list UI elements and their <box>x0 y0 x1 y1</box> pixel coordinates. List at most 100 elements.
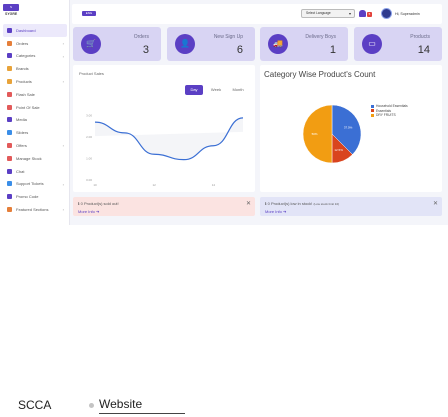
nav-icon <box>7 130 12 136</box>
nav-icon <box>7 27 12 33</box>
pie-slice-label: 12.5% <box>334 148 343 152</box>
sidebar-item-chat[interactable]: Chat <box>3 165 67 178</box>
sold-out-link-label: More Info <box>78 209 95 214</box>
legend-item[interactable]: DRY FRUITS <box>371 113 408 118</box>
language-select[interactable]: Select Language ▾ <box>301 9 355 18</box>
chevron-down-icon: ▾ <box>348 11 351 16</box>
user-add-icon: 👤 <box>175 34 195 54</box>
sidebar-item-products[interactable]: Products › <box>3 75 67 88</box>
product-sales-panel: Product Sales Day Week Month 3.00 2.00 1.00 0… <box>73 65 255 192</box>
low-stock-note: (Low stock limit 10) <box>313 202 340 206</box>
close-icon[interactable]: ✕ <box>433 200 438 207</box>
sidebar-item-media[interactable]: Media <box>3 114 67 127</box>
chevron-right-icon: › <box>62 53 64 59</box>
sidebar-item-point-of-sale[interactable]: Point Of Sale <box>3 101 67 114</box>
y-tick-label: 1.00 <box>86 157 92 161</box>
pie-legend: Household Essentials Essentials DRY FRUITS <box>371 104 408 118</box>
low-stock-message: 0 Product(s) low in stock! <box>267 201 313 206</box>
delivery-icon: 🚚 <box>268 34 288 54</box>
stat-card-label: Orders <box>133 34 149 40</box>
stat-card-value: 1 <box>329 44 336 56</box>
website-link[interactable]: Website <box>99 397 185 414</box>
y-tick-label: 0.00 <box>86 178 92 182</box>
nav-icon <box>7 40 12 46</box>
y-tick-label: 2.00 <box>86 135 92 139</box>
nav-icon <box>7 79 12 85</box>
x-tick-label: 14 <box>212 183 216 187</box>
chevron-right-icon: › <box>62 207 64 213</box>
sidebar-item-label: Chat <box>16 168 25 174</box>
legend-label: Essentials <box>376 108 392 113</box>
stat-card-value: 3 <box>142 44 149 56</box>
legend-swatch <box>371 109 374 113</box>
sidebar-item-label: Brands <box>16 66 29 72</box>
sidebar-item-label: Orders <box>16 40 29 46</box>
category-panel: Category Wise Product's Count 37.5% 12.5%… <box>260 65 442 192</box>
nav-icon <box>7 143 12 149</box>
sidebar: S SYGRE Dashboard Orders › Categories › Brand… <box>0 0 70 225</box>
chevron-right-icon: › <box>62 40 64 46</box>
sidebar-item-promo-code[interactable]: Promo Code <box>3 190 67 203</box>
nav-icon <box>7 104 12 110</box>
legend-label: DRY FRUITS <box>376 113 396 118</box>
sidebar-item-support-tickets[interactable]: Support Tickets › <box>3 178 67 191</box>
header-badge[interactable]: ENG <box>82 11 96 16</box>
sidebar-item-label: Dashboard <box>16 27 36 33</box>
low-stock-alert: ℹ 0 Product(s) low in stock! (Low stock … <box>260 197 442 216</box>
logo[interactable]: S <box>3 4 19 11</box>
sidebar-item-label: Products <box>16 79 32 85</box>
chevron-right-icon: › <box>62 143 64 149</box>
sidebar-item-brands[interactable]: Brands <box>3 62 67 75</box>
sidebar-item-label: Manage Stock <box>16 155 42 161</box>
cart-icon: 🛒 <box>81 34 101 54</box>
legend-swatch <box>371 113 374 117</box>
line-shadow <box>95 117 243 160</box>
y-tick-label: 3.00 <box>86 114 92 118</box>
stat-card-orders[interactable]: 🛒 Orders 3 <box>73 27 161 61</box>
low-stock-more-info-link[interactable]: More Info ➔ <box>265 209 286 214</box>
nav-icon <box>7 91 12 97</box>
sidebar-item-label: Flash Sale <box>16 91 35 97</box>
stat-card-delivery-boys[interactable]: 🚚 Delivery Boys 1 <box>260 27 348 61</box>
sidebar-item-label: Point Of Sale <box>16 104 40 110</box>
stat-card-label: New Sign Up <box>213 34 243 40</box>
low-stock-alert-text: ℹ 0 Product(s) low in stock! (Low stock … <box>265 201 340 206</box>
admin-dashboard-screenshot: S SYGRE Dashboard Orders › Categories › Brand… <box>0 0 448 225</box>
sidebar-item-label: Support Tickets <box>16 181 44 187</box>
stat-card-value: 14 <box>417 44 430 56</box>
sidebar-item-featured-sections[interactable]: Featured Sections › <box>3 203 67 216</box>
stat-card-value: 6 <box>236 44 243 56</box>
nav-icon <box>7 53 12 59</box>
sidebar-item-orders[interactable]: Orders › <box>3 37 67 50</box>
language-select-value: Select Language <box>306 11 331 15</box>
sidebar-item-label: Featured Sections <box>16 207 49 213</box>
stat-card-products[interactable]: ▭ Products 14 <box>354 27 442 61</box>
close-icon[interactable]: ✕ <box>246 200 251 207</box>
bell-icon[interactable] <box>359 10 366 17</box>
stat-card-label: Delivery Boys <box>305 34 336 40</box>
logo-text: SYGRE <box>5 12 18 16</box>
sidebar-item-label: Promo Code <box>16 194 39 200</box>
stat-card-new-sign-up[interactable]: 👤 New Sign Up 6 <box>167 27 255 61</box>
category-pie-chart: 37.5% 12.5% 50% <box>302 104 362 164</box>
sold-out-more-info-link[interactable]: More Info ➔ <box>78 209 99 214</box>
bullet-icon <box>89 403 94 408</box>
chevron-right-icon: › <box>62 79 64 85</box>
nav-icon <box>7 117 12 123</box>
sidebar-item-dashboard[interactable]: Dashboard <box>3 24 67 37</box>
nav-icon <box>7 155 12 161</box>
user-greeting[interactable]: Hi, Superadmin <box>395 12 420 16</box>
sidebar-item-categories[interactable]: Categories › <box>3 50 67 63</box>
sidebar-item-manage-stock[interactable]: Manage Stock <box>3 152 67 165</box>
nav-icon <box>7 181 12 187</box>
top-header: ENG Select Language ▾ 5 Hi, Superadmin <box>72 4 442 24</box>
avatar[interactable] <box>381 8 392 19</box>
sold-out-message: 0 Product(s) sold out! <box>80 201 119 206</box>
sidebar-item-flash-sale[interactable]: Flash Sale <box>3 88 67 101</box>
nav-icon <box>7 168 12 174</box>
chevron-right-icon: › <box>62 181 64 187</box>
sidebar-item-offers[interactable]: Offers › <box>3 139 67 152</box>
sidebar-item-sliders[interactable]: Sliders <box>3 126 67 139</box>
sidebar-item-label: Sliders <box>16 130 29 136</box>
nav-icon <box>7 207 12 213</box>
